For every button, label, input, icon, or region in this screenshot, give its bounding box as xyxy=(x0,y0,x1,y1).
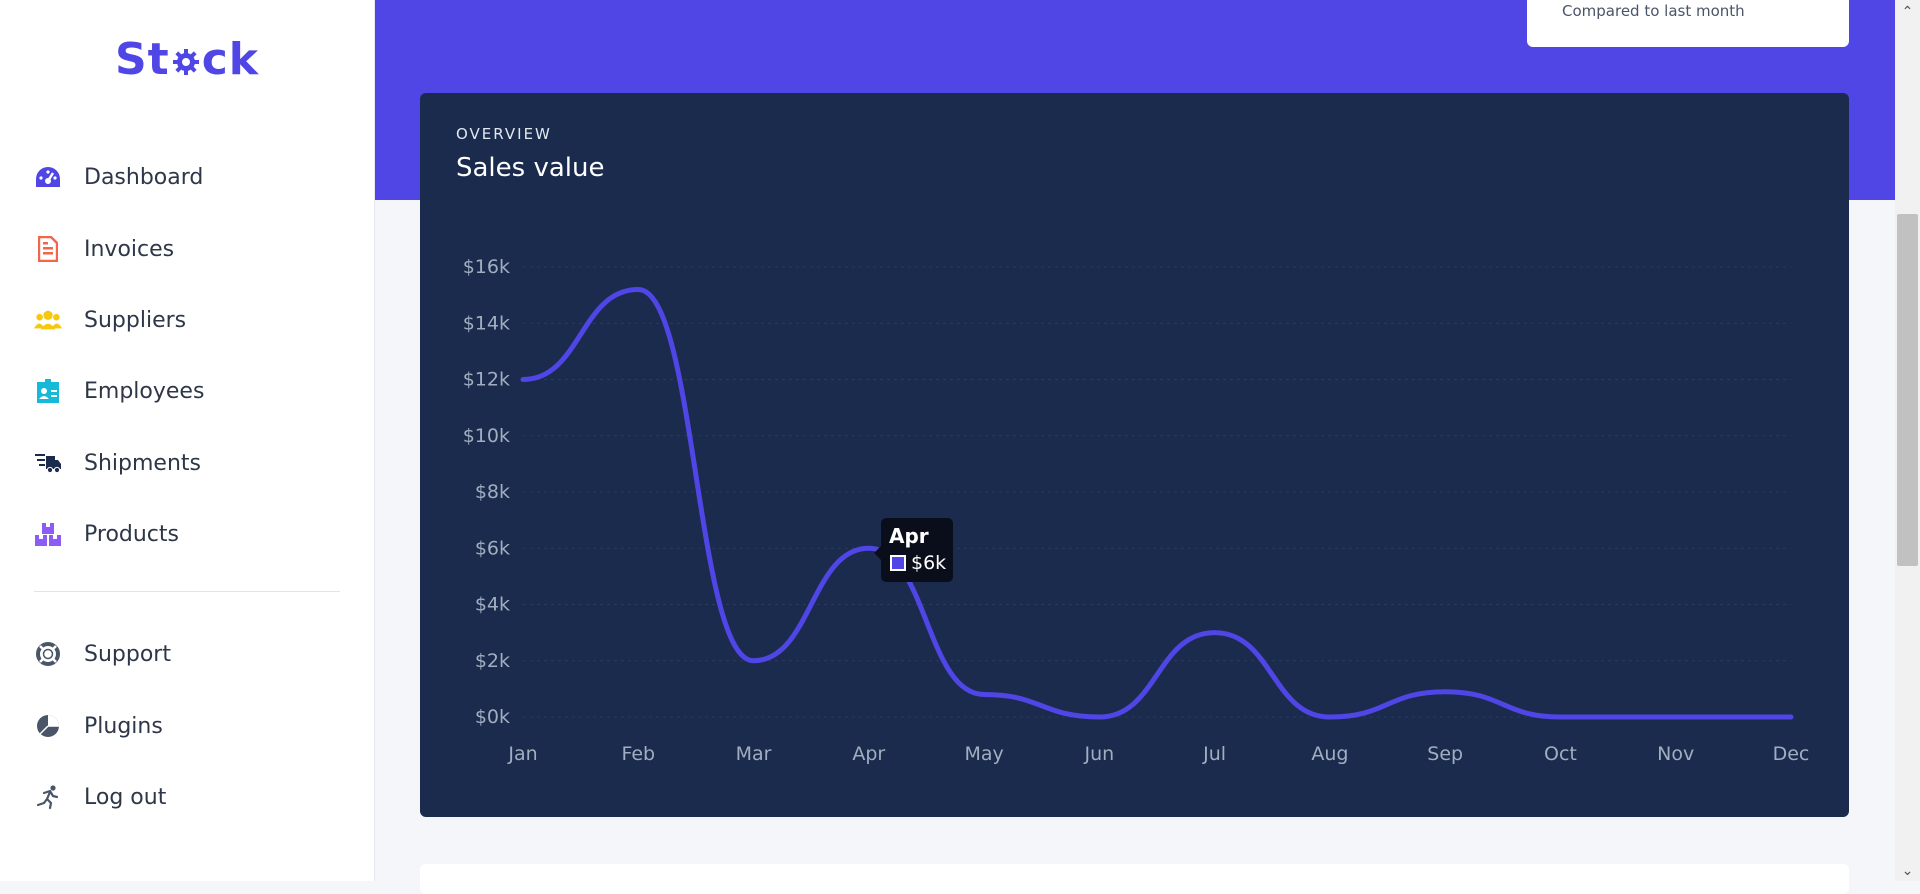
scrollbar-thumb[interactable] xyxy=(1897,214,1918,566)
y-tick-label: $0k xyxy=(475,706,510,728)
x-tick-label: Mar xyxy=(736,743,772,765)
y-tick-label: $14k xyxy=(463,312,510,334)
scroll-up-icon[interactable]: ⌃ xyxy=(1895,0,1920,22)
sidebar-item-employees[interactable]: Employees xyxy=(34,371,204,411)
logo-text-start: St xyxy=(115,34,170,85)
sidebar: Stck Dashboard Invoices Suppliers Employ… xyxy=(0,0,375,881)
sales-line-chart[interactable]: $0k $2k $4k $6k $8k $10k $12k $14k $16k Jan Feb Mar… xyxy=(420,93,1849,817)
stat-card: Compared to last month xyxy=(1527,0,1849,47)
x-tick-label: Sep xyxy=(1427,743,1463,765)
stat-card-subtitle: Compared to last month xyxy=(1562,2,1745,20)
x-tick-label: May xyxy=(964,743,1003,765)
sidebar-item-shipments[interactable]: Shipments xyxy=(34,443,201,483)
sales-series-line xyxy=(523,290,1791,718)
x-tick-label: Aug xyxy=(1311,743,1348,765)
pie-chart-icon xyxy=(34,712,62,740)
y-tick-label: $2k xyxy=(475,650,510,672)
sidebar-item-products[interactable]: Products xyxy=(34,514,179,554)
sidebar-item-label: Dashboard xyxy=(84,165,203,190)
invoice-document-icon xyxy=(34,235,62,263)
sidebar-item-label: Shipments xyxy=(84,451,201,476)
scroll-down-icon[interactable]: ⌄ xyxy=(1895,859,1920,881)
sales-overview-card: OVERVIEW Sales value $0k$2k$4k$6k$8k$10k… xyxy=(420,93,1849,817)
sidebar-item-label: Invoices xyxy=(84,237,174,262)
chart-tooltip: Apr $6k xyxy=(881,518,953,582)
y-tick-label: $8k xyxy=(475,481,510,503)
delivery-truck-icon xyxy=(34,449,62,477)
sidebar-divider xyxy=(34,591,340,592)
sidebar-item-log-out[interactable]: Log out xyxy=(34,777,166,817)
boxes-icon xyxy=(34,520,62,548)
sidebar-item-invoices[interactable]: Invoices xyxy=(34,229,174,269)
x-tick-label: Feb xyxy=(621,743,655,765)
tooltip-category: Apr xyxy=(889,524,929,548)
sidebar-item-suppliers[interactable]: Suppliers xyxy=(34,300,186,340)
x-tick-label: Oct xyxy=(1544,743,1577,765)
sidebar-item-label: Products xyxy=(84,522,179,547)
sidebar-item-label: Support xyxy=(84,642,171,667)
sidebar-item-label: Employees xyxy=(84,379,204,404)
logo-text-end: ck xyxy=(202,34,259,85)
sidebar-item-label: Log out xyxy=(84,785,166,810)
sidebar-item-support[interactable]: Support xyxy=(34,634,171,674)
y-tick-label: $6k xyxy=(475,537,510,559)
brand-logo[interactable]: Stck xyxy=(0,34,374,85)
page-scrollbar[interactable]: ⌃ ⌄ xyxy=(1895,0,1920,881)
x-tick-label: Nov xyxy=(1657,743,1694,765)
dashboard-gauge-icon xyxy=(34,163,62,191)
users-group-icon xyxy=(34,306,62,334)
sidebar-item-label: Suppliers xyxy=(84,308,186,333)
y-tick-label: $12k xyxy=(463,369,510,391)
sidebar-item-dashboard[interactable]: Dashboard xyxy=(34,157,203,197)
sidebar-item-label: Plugins xyxy=(84,714,163,739)
running-person-icon xyxy=(34,783,62,811)
tooltip-value: $6k xyxy=(911,552,946,574)
x-tick-label: Jan xyxy=(507,743,537,765)
cog-icon xyxy=(171,47,201,77)
y-tick-label: $10k xyxy=(463,425,510,447)
sidebar-item-plugins[interactable]: Plugins xyxy=(34,706,163,746)
x-tick-label: Jul xyxy=(1202,743,1226,765)
lifebuoy-icon xyxy=(34,640,62,668)
x-tick-label: Apr xyxy=(852,743,885,765)
x-tick-label: Jun xyxy=(1084,743,1115,765)
y-tick-label: $16k xyxy=(463,256,510,278)
next-card xyxy=(420,864,1849,894)
tooltip-series-swatch xyxy=(890,555,906,571)
x-tick-label: Dec xyxy=(1773,743,1810,765)
id-badge-icon xyxy=(34,377,62,405)
y-tick-label: $4k xyxy=(475,594,510,616)
